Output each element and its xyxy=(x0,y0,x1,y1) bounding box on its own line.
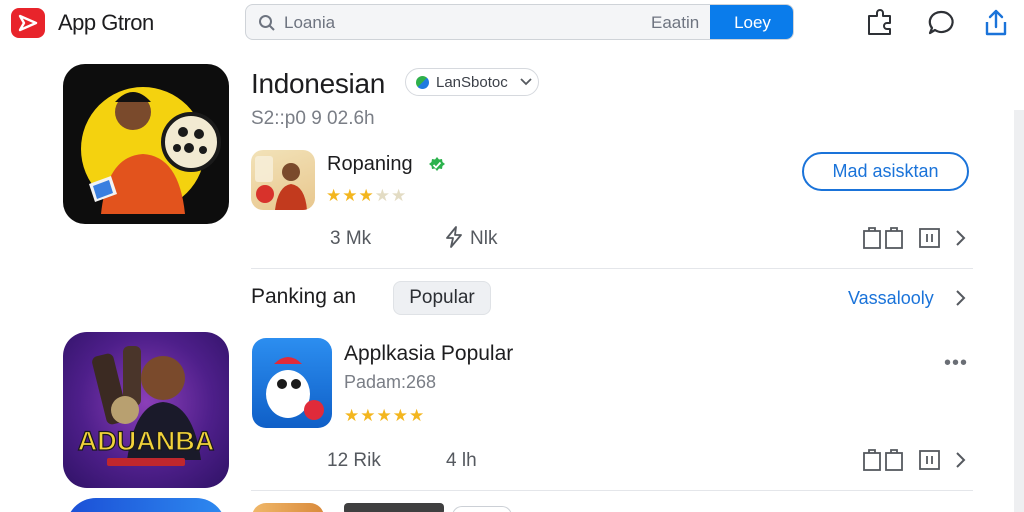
language-value: LanSbotoc xyxy=(436,74,508,91)
next-app-title[interactable] xyxy=(344,503,444,512)
app-logo-icon[interactable] xyxy=(11,8,45,38)
category-chip[interactable]: Popular xyxy=(393,281,491,315)
next-app-chip[interactable] xyxy=(452,506,512,512)
download-count: 12 Rik xyxy=(327,450,381,471)
star-icon: ★ xyxy=(392,406,409,425)
search-button[interactable]: Loey xyxy=(710,5,793,39)
pause-icon[interactable] xyxy=(918,448,942,472)
star-icon: ★ xyxy=(326,186,343,205)
clipboard-icon[interactable] xyxy=(862,448,904,472)
next-app-icon[interactable] xyxy=(252,503,324,512)
developer-avatar[interactable] xyxy=(251,150,315,210)
divider xyxy=(251,268,973,269)
app-title-heading: Indonesian xyxy=(251,68,386,99)
scrollbar[interactable] xyxy=(1014,110,1024,512)
app-subtitle: S2::p0 9 02.6h xyxy=(251,108,375,129)
banner-text: ADUANBA xyxy=(78,426,215,456)
size-value: 4 lh xyxy=(446,450,477,471)
size-value: Nlk xyxy=(470,228,498,249)
star-icon: ★ xyxy=(358,186,375,205)
featured-app-icon[interactable] xyxy=(63,64,229,224)
divider xyxy=(251,490,973,491)
star-icon: ★ xyxy=(342,186,359,205)
chat-icon[interactable] xyxy=(926,8,956,38)
chevron-right-icon[interactable] xyxy=(955,229,967,247)
search-input[interactable]: Loania xyxy=(284,13,335,33)
see-all-link[interactable]: Vassalooly xyxy=(848,288,934,309)
search-scope-label[interactable]: Eaatin xyxy=(651,13,699,33)
chevron-down-icon xyxy=(520,78,532,86)
star-icon: ★ xyxy=(360,406,377,425)
chevron-right-icon[interactable] xyxy=(955,451,967,469)
language-icon xyxy=(416,76,429,89)
developer-name[interactable]: Ropaning xyxy=(327,153,413,176)
star-icon: ★ xyxy=(374,186,391,205)
download-count: 3 Mk xyxy=(330,228,372,249)
more-options-icon[interactable]: ••• xyxy=(944,352,968,375)
game-banner-icon[interactable]: ADUANBA xyxy=(63,332,229,488)
app-item-subtitle: Padam:268 xyxy=(344,372,437,392)
search-bar[interactable]: Loania Eaatin Loey xyxy=(245,4,794,40)
app-title: App Gtron xyxy=(58,10,154,35)
top-bar: App Gtron Loania Eaatin Loey xyxy=(0,0,1024,48)
install-button[interactable]: Mad asisktan xyxy=(802,152,969,191)
pause-icon[interactable] xyxy=(918,226,942,250)
star-icon: ★ xyxy=(344,406,361,425)
developer-rating-stars: ★★★★★ xyxy=(326,186,407,206)
share-icon[interactable] xyxy=(982,8,1010,38)
lightning-icon xyxy=(446,226,462,248)
section-title: Panking an xyxy=(251,285,357,308)
verified-badge-icon xyxy=(429,157,445,171)
chevron-right-icon[interactable] xyxy=(955,289,967,307)
star-icon: ★ xyxy=(391,186,408,205)
app-icon[interactable] xyxy=(252,338,332,428)
clipboard-icon[interactable] xyxy=(862,226,904,250)
app-item-rating-stars: ★★★★★ xyxy=(344,406,425,426)
star-icon: ★ xyxy=(376,406,393,425)
star-icon: ★ xyxy=(409,406,426,425)
next-app-banner-icon[interactable] xyxy=(66,498,226,512)
search-icon xyxy=(259,15,275,31)
puzzle-icon[interactable] xyxy=(864,8,896,38)
language-dropdown[interactable]: LanSbotoc xyxy=(405,68,539,96)
app-item-title[interactable]: Applkasia Popular xyxy=(344,342,513,366)
